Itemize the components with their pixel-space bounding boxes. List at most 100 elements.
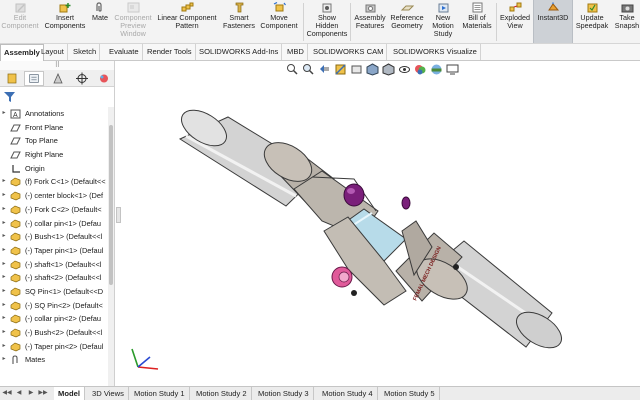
smart-fasteners-button[interactable]: Smart Fasteners: [221, 0, 257, 43]
tree-item[interactable]: ▸ SQ Pin<1> (Default<<D: [0, 285, 108, 299]
universal-joint-model[interactable]: FEMAL MECH DESIGN: [116, 61, 640, 386]
tab-motion-study-1[interactable]: Motion Study 1: [130, 387, 190, 400]
tab-motion-study-3[interactable]: Motion Study 3: [254, 387, 314, 400]
tree-item-label: (-) SQ Pin<2> (Default<: [25, 300, 103, 310]
annotations-icon: A: [10, 109, 21, 119]
tab-sketch[interactable]: Sketch: [70, 44, 101, 60]
expand-arrow-icon[interactable]: ▸: [0, 189, 8, 203]
exploded-view-label: Exploded View: [500, 13, 530, 30]
bill-of-materials-button[interactable]: Bill of Materials: [460, 0, 494, 43]
taper-pin[interactable]: [453, 264, 459, 270]
tree-item[interactable]: ▸ A Annotations: [0, 107, 108, 121]
previous-tab-button[interactable]: ◀: [14, 389, 24, 398]
instant3d-button[interactable]: Instant3D: [533, 0, 573, 43]
panel-grip[interactable]: ⠿: [0, 61, 114, 70]
tab-motion-study-2[interactable]: Motion Study 2: [192, 387, 252, 400]
preview-window-icon: [127, 2, 139, 13]
tab-layout[interactable]: Layout: [38, 44, 68, 60]
motion-study-icon: [438, 3, 448, 13]
dimxpert-tab-icon[interactable]: [72, 71, 92, 86]
feature-tree-scrollbar[interactable]: [108, 107, 114, 386]
part-icon: [10, 273, 21, 283]
move-component-label: Move Component: [260, 13, 298, 30]
next-tab-button[interactable]: ▶: [26, 389, 36, 398]
tab-model[interactable]: Model: [54, 387, 85, 400]
part-icon: [10, 342, 21, 352]
expand-arrow-icon[interactable]: ▸: [0, 271, 8, 285]
tab-motion-study-5[interactable]: Motion Study 5: [380, 387, 440, 400]
expand-arrow-icon[interactable]: ▸: [0, 312, 8, 326]
sq-pin-side[interactable]: [401, 196, 411, 210]
tree-item[interactable]: ▸ (-) center block<1> (Def: [0, 189, 108, 203]
part-icon: [10, 232, 21, 242]
tree-item[interactable]: ▸ (-) Taper pin<1> (Defaul: [0, 244, 108, 258]
property-manager-tab-icon[interactable]: [24, 71, 44, 86]
tab-solidworks-cam[interactable]: SOLIDWORKS CAM: [310, 44, 388, 60]
display-manager-tab-icon[interactable]: [94, 71, 114, 86]
ribbon-separator: [303, 3, 304, 41]
reference-geometry-button[interactable]: Reference Geometry: [388, 0, 426, 43]
tab-motion-study-4[interactable]: Motion Study 4: [318, 387, 378, 400]
tree-item[interactable]: ▸ (-) shaft<1> (Default<<l: [0, 258, 108, 272]
tree-item[interactable]: ▸ (-) Bush<2> (Default<<l: [0, 326, 108, 340]
tree-item-label: (-) Bush<2> (Default<<l: [25, 328, 103, 337]
expand-arrow-icon[interactable]: ▸: [0, 244, 8, 258]
assembly-features-icon: [365, 4, 375, 13]
linear-component-pattern-button[interactable]: Linear Component Pattern: [155, 0, 219, 43]
tree-item[interactable]: Front Plane: [0, 121, 108, 135]
tree-item[interactable]: ▸ (-) collar pin<2> (Defau: [0, 312, 108, 326]
tree-item[interactable]: ▸ (-) Taper pin<2> (Defaul: [0, 340, 108, 354]
tab-solidworks-add-ins[interactable]: SOLIDWORKS Add-Ins: [196, 44, 283, 60]
configuration-manager-tab-icon[interactable]: [48, 71, 68, 86]
reference-geometry-icon: [400, 5, 414, 11]
tab-render-tools[interactable]: Render Tools: [144, 44, 196, 60]
mate-button[interactable]: Mate: [88, 0, 112, 43]
expand-arrow-icon[interactable]: ▸: [0, 353, 8, 367]
last-tab-button[interactable]: ▶▶: [38, 389, 48, 398]
expand-arrow-icon[interactable]: ▸: [0, 326, 8, 340]
edit-component-button[interactable]: Edit Component: [0, 0, 40, 43]
tree-item[interactable]: ▸ (-) SQ Pin<2> (Default<: [0, 299, 108, 313]
show-hidden-components-button[interactable]: Show Hidden Components: [306, 0, 348, 43]
tree-item[interactable]: ▸ (-) Fork C<2> (Default<: [0, 203, 108, 217]
component-preview-window-button[interactable]: Component Preview Window: [112, 0, 154, 43]
exploded-view-button[interactable]: Exploded View: [497, 0, 533, 43]
new-motion-study-button[interactable]: New Motion Study: [428, 0, 458, 43]
tab-3d-views[interactable]: 3D Views: [88, 387, 129, 400]
insert-components-label: Insert Components: [44, 13, 86, 30]
assembly-tree-tab-icon[interactable]: [2, 71, 22, 86]
expand-arrow-icon[interactable]: ▸: [0, 203, 8, 217]
tree-item[interactable]: ▸ (-) shaft<2> (Default<<l: [0, 271, 108, 285]
tree-item[interactable]: Origin: [0, 162, 108, 176]
tab-solidworks-visualize[interactable]: SOLIDWORKS Visualize: [390, 44, 481, 60]
sq-pin-top[interactable]: [343, 183, 365, 207]
filter-icon[interactable]: [3, 91, 17, 103]
tab-mbd[interactable]: MBD: [284, 44, 308, 60]
tree-item[interactable]: Top Plane: [0, 134, 108, 148]
expand-arrow-icon[interactable]: ▸: [0, 340, 8, 354]
graphics-area[interactable]: FEMAL MECH DESIGN: [116, 61, 640, 386]
expand-arrow-icon[interactable]: ▸: [0, 230, 8, 244]
assembly-features-button[interactable]: Assembly Features: [352, 0, 388, 43]
tree-item-label: Front Plane: [25, 122, 64, 132]
tree-item[interactable]: ▸ (-) collar pin<1> (Defau: [0, 217, 108, 231]
tree-item[interactable]: Right Plane: [0, 148, 108, 162]
expand-arrow-icon[interactable]: ▸: [0, 299, 8, 313]
first-tab-button[interactable]: ◀◀: [2, 389, 12, 398]
update-speedpak-button[interactable]: Update Speedpak: [575, 0, 609, 43]
tree-item[interactable]: ▸ Mates: [0, 353, 108, 367]
expand-arrow-icon[interactable]: ▸: [0, 107, 8, 121]
tree-item-label: Right Plane: [25, 150, 64, 160]
tree-item[interactable]: ▸ (f) Fork C<1> (Default<<: [0, 175, 108, 189]
expand-arrow-icon[interactable]: ▸: [0, 175, 8, 189]
tree-item-label: (-) Taper pin<2> (Defaul: [25, 341, 104, 351]
tab-evaluate[interactable]: Evaluate: [106, 44, 143, 60]
expand-arrow-icon[interactable]: ▸: [0, 258, 8, 272]
tree-item[interactable]: ▸ (-) Bush<1> (Default<<l: [0, 230, 108, 244]
insert-components-button[interactable]: Insert Components: [42, 0, 88, 43]
move-component-button[interactable]: Move Component: [259, 0, 299, 43]
take-snapshot-button[interactable]: Take Snapsh: [611, 0, 640, 43]
expand-arrow-icon[interactable]: ▸: [0, 285, 8, 299]
scrollbar-thumb[interactable]: [109, 125, 113, 285]
expand-arrow-icon[interactable]: ▸: [0, 217, 8, 231]
